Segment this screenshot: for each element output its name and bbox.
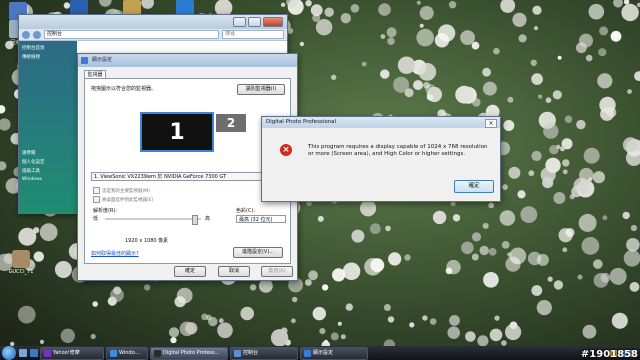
primary-monitor-checkbox[interactable]: 這是我的主要監視器(M) [93, 187, 150, 194]
taskbar-button-label: 顯示設定 [313, 349, 334, 356]
colors-label: 色彩(C): [236, 208, 256, 214]
close-icon[interactable]: × [485, 119, 497, 128]
slider-thumb[interactable] [192, 215, 198, 225]
taskbar-button[interactable]: Digital Photo Profess... [150, 346, 228, 360]
taskbar-button[interactable]: Yahoo!奇摩 [40, 346, 104, 360]
title-bar[interactable] [19, 15, 287, 29]
sidebar-item[interactable]: 協助工具 [22, 168, 74, 174]
sidebar-item: 請參閱 [22, 151, 36, 156]
desktop-icon-gucci[interactable]: GUCCI_71 [4, 250, 38, 275]
watermark: #1901858 [580, 349, 638, 360]
help-link[interactable]: 如何取得最佳的顯示? [91, 250, 139, 257]
taskbar-button-label: Digital Photo Profess... [163, 349, 220, 356]
close-button[interactable] [263, 17, 283, 27]
start-button[interactable] [2, 346, 16, 360]
navigation-bar: 控制台 搜尋 [19, 29, 287, 41]
control-panel-icon [234, 349, 241, 357]
high-label: 高 [205, 216, 211, 222]
identify-monitors-button[interactable]: 識別監視器(I) [237, 84, 285, 95]
monitor-2-tile[interactable]: 2 [216, 114, 246, 132]
sidebar-item[interactable]: 控制台首頁 [22, 45, 74, 51]
error-icon: × [280, 144, 292, 156]
extend-desktop-checkbox[interactable]: 將桌面延伸到此監視器(E) [93, 196, 153, 203]
monitor-panel: 拖曳圖示以符合您的監視器。 識別監視器(I) 1 2 1. ViewSonic … [84, 78, 291, 264]
dpp-icon [154, 349, 161, 357]
display-icon [304, 349, 311, 357]
forward-icon[interactable] [33, 30, 41, 39]
sidebar: 控制台首頁 傳統檢視 請參閱 個人化設定 協助工具 Windows [19, 41, 77, 213]
checkbox-label: 將桌面延伸到此監視器(E) [102, 197, 154, 203]
apply-button[interactable]: 套用(A) [261, 266, 293, 277]
back-icon[interactable] [22, 30, 30, 39]
colors-select[interactable]: 最高 (32 位元) [236, 215, 286, 223]
windows-icon [110, 349, 117, 357]
address-bar[interactable]: 控制台 [44, 30, 219, 39]
taskbar-button[interactable]: 顯示設定 [300, 346, 368, 360]
taskbar-button[interactable]: Windo... [106, 346, 148, 360]
resolution-slider[interactable] [105, 215, 201, 225]
minimize-button[interactable] [233, 17, 246, 27]
dpp-error-dialog[interactable]: Digital Photo Professional × × This prog… [261, 116, 501, 202]
cancel-button[interactable]: 取消 [218, 266, 250, 277]
taskbar-button[interactable]: 控制台 [230, 346, 298, 360]
desktop-icon-label: GUCCI_71 [8, 269, 34, 275]
show-desktop-icon[interactable] [19, 349, 27, 357]
taskbar: Yahoo!奇摩 Windo... Digital Photo Profess.… [0, 346, 640, 360]
device-select[interactable]: 1. ViewSonic VX2239wm 於 NVIDIA GeForce 7… [91, 172, 285, 181]
display-icon [81, 57, 88, 64]
title-bar[interactable]: Digital Photo Professional × [262, 117, 500, 128]
resolution-label: 解析度(R): [93, 208, 118, 214]
maximize-button[interactable] [248, 17, 261, 27]
search-input[interactable]: 搜尋 [222, 30, 284, 39]
sidebar-item[interactable]: 傳統檢視 [22, 54, 74, 60]
instruction-text: 拖曳圖示以符合您的監視器。 [91, 86, 157, 92]
resolution-value: 1920 x 1080 像素 [125, 238, 169, 244]
yahoo-icon [44, 349, 51, 357]
taskbar-button-label: Windo... [119, 349, 140, 356]
dialog-title: Digital Photo Professional [266, 119, 337, 125]
monitor-1-tile[interactable]: 1 [140, 112, 214, 152]
ok-button[interactable]: 確定 [454, 180, 494, 193]
ok-button[interactable]: 確定 [174, 266, 206, 277]
checkbox-box[interactable] [93, 196, 100, 203]
checkbox-label: 這是我的主要監視器(M) [102, 188, 150, 194]
handbag-icon [12, 250, 30, 268]
dialog-title: 顯示設定 [92, 57, 113, 63]
sidebar-item[interactable]: 個人化設定 [22, 159, 74, 165]
taskbar-button-label: Yahoo!奇摩 [53, 349, 80, 356]
sidebar-item[interactable]: Windows [22, 177, 74, 182]
error-message: This program requires a display capable … [308, 144, 488, 157]
advanced-settings-button[interactable]: 進階設定(V)... [233, 247, 283, 258]
taskbar-button-label: 控制台 [243, 349, 259, 356]
checkbox-box[interactable] [93, 187, 100, 194]
ie-icon[interactable] [30, 349, 38, 357]
title-bar[interactable]: 顯示設定 [78, 54, 297, 67]
low-label: 低 [93, 216, 99, 222]
